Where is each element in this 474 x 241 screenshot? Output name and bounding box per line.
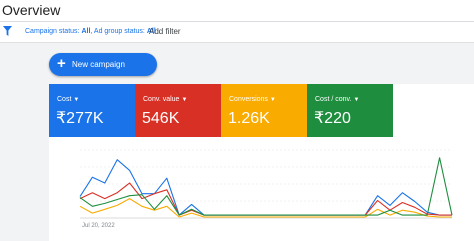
x-tick-label: Jul 20, 2022	[82, 223, 115, 229]
performance-chart	[79, 149, 453, 219]
series-line-2	[79, 198, 452, 218]
